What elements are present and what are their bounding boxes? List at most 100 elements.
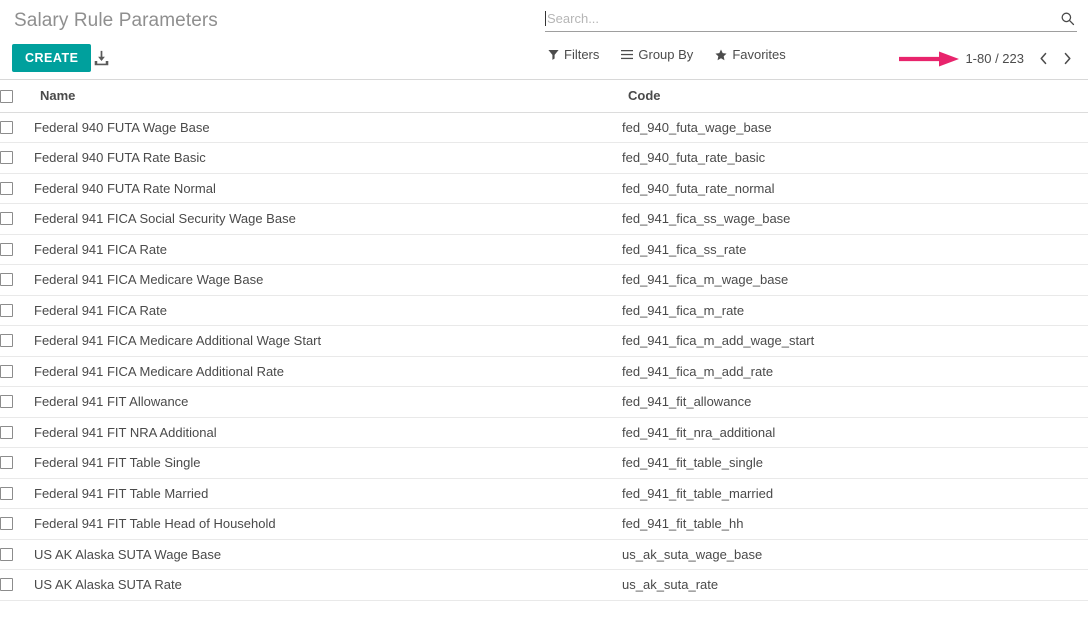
- table-row[interactable]: Federal 941 FIT NRA Additional fed_941_fi…: [0, 417, 1088, 448]
- cell-name: Federal 941 FICA Rate: [34, 234, 622, 265]
- row-checkbox[interactable]: [0, 242, 13, 256]
- row-checkbox[interactable]: [0, 547, 13, 561]
- create-button[interactable]: CREATE: [12, 44, 92, 72]
- table-row[interactable]: Federal 940 FUTA Wage Base fed_940_futa_w…: [0, 112, 1088, 143]
- row-checkbox[interactable]: [0, 212, 13, 226]
- cell-name: Federal 940 FUTA Rate Normal: [34, 173, 622, 204]
- search-options-bar: Filters Group By Favorites: [548, 47, 786, 62]
- row-checkbox[interactable]: [0, 120, 13, 134]
- row-select-cell: [0, 508, 34, 540]
- pager-range[interactable]: 1-80 / 223: [959, 51, 1030, 66]
- cell-name: Federal 941 FICA Rate: [34, 295, 622, 326]
- filters-menu[interactable]: Filters: [548, 47, 599, 62]
- funnel-icon: [548, 49, 559, 60]
- search-input[interactable]: [547, 7, 1057, 30]
- row-checkbox[interactable]: [0, 425, 13, 439]
- table-row[interactable]: Federal 941 FIT Table Married fed_941_fit…: [0, 478, 1088, 509]
- cell-code: fed_941_fica_m_add_rate: [622, 356, 1088, 387]
- cell-name: Federal 941 FIT Allowance: [34, 386, 622, 418]
- cell-name: Federal 940 FUTA Wage Base: [34, 112, 622, 143]
- cell-code: fed_941_fit_nra_additional: [622, 417, 1088, 448]
- cell-code: fed_941_fica_m_rate: [622, 295, 1088, 326]
- cell-name: Federal 941 FIT Table Married: [34, 478, 622, 509]
- row-checkbox[interactable]: [0, 364, 13, 378]
- cell-code: fed_941_fit_table_married: [622, 478, 1088, 509]
- column-header-code[interactable]: Code: [622, 80, 1088, 113]
- row-select-cell: [0, 264, 34, 296]
- cell-code: fed_940_futa_wage_base: [622, 112, 1088, 143]
- row-checkbox[interactable]: [0, 395, 13, 409]
- row-checkbox[interactable]: [0, 578, 13, 592]
- cell-name: Federal 941 FIT Table Head of Household: [34, 508, 622, 540]
- cell-name: Federal 941 FICA Medicare Additional Wag…: [34, 325, 622, 357]
- row-select-cell: [0, 478, 34, 509]
- row-checkbox[interactable]: [0, 151, 13, 165]
- row-checkbox[interactable]: [0, 181, 13, 195]
- cell-code: fed_940_futa_rate_basic: [622, 142, 1088, 174]
- row-select-cell: [0, 386, 34, 418]
- header-row: Name Code: [0, 80, 1088, 113]
- cell-code: fed_941_fica_m_add_wage_start: [622, 325, 1088, 357]
- cell-code: fed_941_fit_table_single: [622, 447, 1088, 479]
- cell-name: US AK Alaska SUTA Wage Base: [34, 539, 622, 570]
- cell-name: Federal 941 FICA Medicare Additional Rat…: [34, 356, 622, 387]
- cell-code: us_ak_suta_wage_base: [622, 539, 1088, 570]
- table-row[interactable]: Federal 940 FUTA Rate Basic fed_940_futa_…: [0, 142, 1088, 174]
- table-row[interactable]: Federal 940 FUTA Rate Normal fed_940_futa…: [0, 173, 1088, 204]
- cell-name: Federal 941 FICA Medicare Wage Base: [34, 264, 622, 296]
- table-row[interactable]: Federal 941 FIT Allowance fed_941_fit_all…: [0, 386, 1088, 418]
- row-select-cell: [0, 173, 34, 204]
- table-row[interactable]: Federal 941 FICA Social Security Wage Ba…: [0, 203, 1088, 235]
- cell-code: us_ak_suta_rate: [622, 569, 1088, 601]
- table-row[interactable]: US AK Alaska SUTA Rate us_ak_suta_rate: [0, 569, 1088, 601]
- records-table: Name Code Federal 940 FUTA Wage Base fed_…: [0, 80, 1088, 601]
- cell-code: fed_941_fica_ss_rate: [622, 234, 1088, 265]
- row-select-cell: [0, 417, 34, 448]
- row-select-cell: [0, 447, 34, 479]
- table-row[interactable]: Federal 941 FICA Medicare Wage Base fed_9…: [0, 264, 1088, 296]
- list-view: Name Code Federal 940 FUTA Wage Base fed_…: [0, 80, 1088, 617]
- row-checkbox[interactable]: [0, 334, 13, 348]
- table-row[interactable]: Federal 941 FIT Table Head of Household f…: [0, 508, 1088, 540]
- chevron-right-icon[interactable]: [1056, 46, 1078, 70]
- annotation-arrow-icon: [897, 50, 961, 68]
- column-header-name[interactable]: Name: [34, 80, 622, 113]
- table-row[interactable]: Federal 941 FICA Rate fed_941_fica_m_rate: [0, 295, 1088, 326]
- page-title: Salary Rule Parameters: [14, 10, 218, 31]
- search-box[interactable]: [545, 6, 1077, 32]
- table-body: Federal 940 FUTA Wage Base fed_940_futa_w…: [0, 112, 1088, 601]
- text-caret: [545, 11, 546, 26]
- table-header: Name Code: [0, 80, 1088, 113]
- table-row[interactable]: Federal 941 FIT Table Single fed_941_fit_…: [0, 447, 1088, 479]
- row-select-cell: [0, 142, 34, 174]
- row-select-cell: [0, 203, 34, 235]
- star-icon: [715, 48, 727, 61]
- table-row[interactable]: US AK Alaska SUTA Wage Base us_ak_suta_wa…: [0, 539, 1088, 570]
- row-checkbox[interactable]: [0, 303, 13, 317]
- cell-name: Federal 940 FUTA Rate Basic: [34, 142, 622, 174]
- control-panel: Salary Rule Parameters CREATE Filters: [0, 0, 1088, 80]
- cell-name: US AK Alaska SUTA Rate: [34, 569, 622, 601]
- download-icon[interactable]: [90, 47, 112, 69]
- table-row[interactable]: Federal 941 FICA Medicare Additional Wag…: [0, 325, 1088, 357]
- cell-name: Federal 941 FICA Social Security Wage Ba…: [34, 203, 622, 235]
- row-select-cell: [0, 234, 34, 265]
- row-checkbox[interactable]: [0, 517, 13, 531]
- row-checkbox[interactable]: [0, 273, 13, 287]
- row-select-cell: [0, 569, 34, 601]
- pager: 1-80 / 223: [959, 46, 1078, 70]
- group-by-menu[interactable]: Group By: [621, 47, 693, 62]
- row-checkbox[interactable]: [0, 486, 13, 500]
- table-row[interactable]: Federal 941 FICA Rate fed_941_fica_ss_rat…: [0, 234, 1088, 265]
- list-lines-icon: [621, 49, 634, 60]
- filters-label: Filters: [564, 47, 600, 62]
- favorites-menu[interactable]: Favorites: [715, 47, 786, 62]
- row-select-cell: [0, 112, 34, 143]
- select-all-checkbox[interactable]: [0, 90, 13, 104]
- row-checkbox[interactable]: [0, 456, 13, 470]
- cell-name: Federal 941 FIT NRA Additional: [34, 417, 622, 448]
- cell-code: fed_941_fica_m_wage_base: [622, 264, 1088, 296]
- table-row[interactable]: Federal 941 FICA Medicare Additional Rat…: [0, 356, 1088, 387]
- search-icon[interactable]: [1057, 9, 1077, 29]
- chevron-left-icon[interactable]: [1032, 46, 1054, 70]
